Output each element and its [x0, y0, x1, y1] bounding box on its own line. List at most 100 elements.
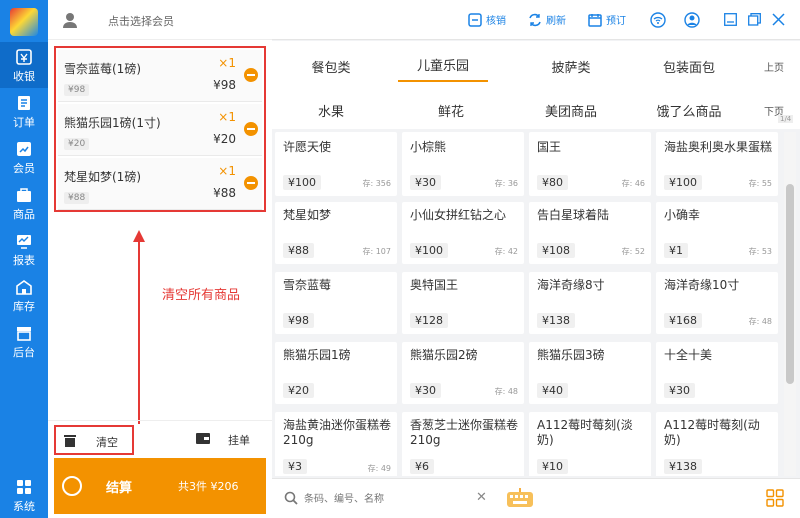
product-name: 熊猫乐园3磅	[537, 348, 605, 362]
checkout-button[interactable]: 结算 共3件 ¥206	[54, 458, 266, 514]
product-name: 小确幸	[664, 208, 701, 222]
category-tab[interactable]: 披萨类	[526, 57, 616, 76]
nav-reports-label: 报表	[13, 254, 35, 267]
nav-inventory-label: 库存	[13, 300, 35, 313]
nav-products-label: 商品	[13, 208, 35, 221]
product-card[interactable]: A112莓时莓刻(淡奶) ¥10	[529, 412, 651, 476]
nav-cashier-label: 收银	[13, 70, 35, 83]
hang-order-button[interactable]: 挂单	[192, 429, 266, 453]
product-card[interactable]: A112莓时莓刻(动奶) ¥138	[656, 412, 778, 476]
category-tab[interactable]: 饿了么商品	[644, 101, 734, 120]
search-bar: ✕	[272, 478, 800, 518]
product-card[interactable]: 熊猫乐园1磅 ¥20	[275, 342, 397, 404]
remove-item-icon[interactable]	[244, 122, 258, 136]
minimize-icon[interactable]	[724, 13, 737, 26]
checkout-summary: 共3件 ¥206	[178, 480, 239, 493]
product-price: ¥100	[664, 175, 702, 190]
product-scrollbar[interactable]	[784, 132, 796, 476]
category-tab[interactable]: 鲜花	[406, 101, 496, 120]
product-stock: 存: 55	[748, 179, 772, 188]
category-tab[interactable]: 包装面包	[644, 57, 734, 76]
product-card[interactable]: 许愿天使 ¥100 存: 356	[275, 132, 397, 196]
nav-cashier[interactable]: 收银	[0, 42, 48, 88]
product-card[interactable]: 梵星如梦 ¥88 存: 107	[275, 202, 397, 264]
product-price: ¥30	[410, 383, 441, 398]
scroll-thumb[interactable]	[786, 184, 794, 384]
product-price: ¥168	[664, 313, 702, 328]
grid-view-icon[interactable]	[766, 489, 784, 507]
remove-item-icon[interactable]	[244, 176, 258, 190]
wallet-icon	[196, 433, 210, 444]
product-card[interactable]: 奥特国王 ¥128	[402, 272, 524, 334]
wifi-icon[interactable]	[650, 12, 666, 28]
nav-inventory[interactable]: 库存	[0, 272, 48, 318]
order-icon	[18, 96, 30, 110]
clear-cart-label: 清空	[96, 436, 118, 449]
product-price: ¥40	[537, 383, 568, 398]
reserve-button[interactable]: 预订	[588, 12, 626, 28]
product-card[interactable]: 香葱芝士迷你蛋糕卷210g ¥6	[402, 412, 524, 476]
member-select[interactable]: 点击选择会员	[48, 0, 272, 40]
cart-item-name: 梵星如梦(1磅)	[64, 170, 141, 184]
restore-icon[interactable]	[748, 13, 761, 26]
product-card[interactable]: 熊猫乐园2磅 ¥30 存: 48	[402, 342, 524, 404]
user-icon[interactable]	[684, 12, 700, 28]
product-name: 海洋奇缘8寸	[537, 278, 605, 292]
product-price: ¥30	[410, 175, 441, 190]
clear-search-icon[interactable]: ✕	[476, 490, 487, 505]
product-card[interactable]: 海盐奥利奥水果蛋糕 ¥100 存: 55	[656, 132, 778, 196]
category-page-indicator: 1/4	[778, 115, 794, 123]
cart-item[interactable]: 雪奈蓝莓(1磅) ¥98 ×1 ¥98	[58, 50, 262, 102]
nav-system[interactable]: 系统	[0, 472, 48, 518]
product-name: A112莓时莓刻(淡奶)	[537, 418, 633, 447]
verify-button[interactable]: 核销	[468, 12, 506, 28]
product-card[interactable]: 小棕熊 ¥30 存: 36	[402, 132, 524, 196]
product-name: 香葱芝士迷你蛋糕卷210g	[410, 418, 519, 447]
keyboard-icon[interactable]	[506, 487, 534, 509]
cart-item[interactable]: 梵星如梦(1磅) ¥88 ×1 ¥88	[58, 158, 262, 210]
product-price: ¥108	[537, 243, 575, 258]
nav-members[interactable]: 会员	[0, 134, 48, 180]
category-tab[interactable]: 美团商品	[526, 101, 616, 120]
category-tab[interactable]: 水果	[286, 101, 376, 120]
cart-item-total: ¥98	[213, 78, 236, 92]
product-card[interactable]: 十全十美 ¥30	[656, 342, 778, 404]
product-stock: 存: 52	[621, 247, 645, 256]
nav-reports[interactable]: 报表	[0, 226, 48, 272]
product-card[interactable]: 小确幸 ¥1 存: 53	[656, 202, 778, 264]
nav-products[interactable]: 商品	[0, 180, 48, 226]
report-icon	[17, 235, 31, 249]
product-name: 海盐奥利奥水果蛋糕	[664, 140, 773, 154]
category-tab-active[interactable]: 儿童乐园	[398, 55, 488, 82]
reserve-label: 预订	[606, 16, 626, 27]
category-tab[interactable]: 餐包类	[286, 57, 376, 76]
nav-orders[interactable]: 订单	[0, 88, 48, 134]
product-card[interactable]: 海洋奇缘8寸 ¥138	[529, 272, 651, 334]
cashier-icon	[16, 49, 32, 65]
product-card[interactable]: 国王 ¥80 存: 46	[529, 132, 651, 196]
prev-page-button[interactable]: 上页	[764, 59, 784, 74]
system-grid-icon	[17, 480, 31, 494]
nav-members-label: 会员	[13, 162, 35, 175]
product-card[interactable]: 熊猫乐园3磅 ¥40	[529, 342, 651, 404]
product-card[interactable]: 小仙女拼红钻之心 ¥100 存: 42	[402, 202, 524, 264]
clear-cart-button[interactable]: 清空	[54, 425, 134, 455]
cart-item-total: ¥88	[213, 186, 236, 200]
nav-backend[interactable]: 后台	[0, 318, 48, 364]
refresh-button[interactable]: 刷新	[528, 12, 566, 28]
product-panel: 核销 刷新 预订 餐包类 儿童乐园 披萨类 包装面包 上页 水果 鲜花 美团商品…	[272, 0, 800, 518]
product-card[interactable]: 告白星球着陆 ¥108 存: 52	[529, 202, 651, 264]
cart-item[interactable]: 熊猫乐园1磅(1寸) ¥20 ×1 ¥20	[58, 104, 262, 156]
product-name: 告白星球着陆	[537, 208, 610, 222]
trash-icon	[64, 435, 76, 447]
verify-icon	[468, 12, 482, 27]
checkout-icon	[62, 476, 82, 496]
product-card[interactable]: 雪奈蓝莓 ¥98	[275, 272, 397, 334]
remove-item-icon[interactable]	[244, 68, 258, 82]
search-input[interactable]	[304, 489, 474, 509]
cart-item-unit-price: ¥20	[64, 138, 90, 150]
product-card[interactable]: 海洋奇缘10寸 ¥168 存: 48	[656, 272, 778, 334]
product-card[interactable]: 海盐黄油迷你蛋糕卷210g ¥3 存: 49	[275, 412, 397, 476]
close-icon[interactable]	[772, 13, 785, 26]
product-stock: 存: 356	[362, 179, 391, 188]
